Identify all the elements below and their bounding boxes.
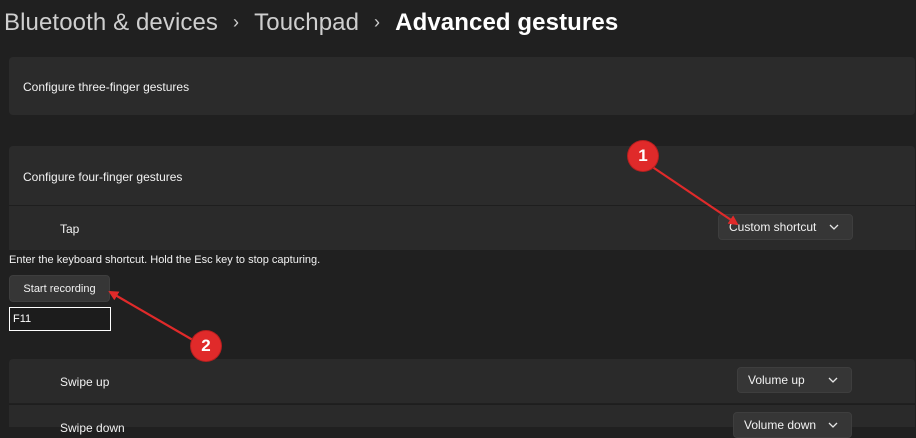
tap-label: Tap: [60, 222, 80, 236]
four-finger-gestures-card[interactable]: Configure four-finger gestures: [9, 146, 915, 205]
page-title: Advanced gestures: [395, 9, 619, 36]
breadcrumb-separator: ›: [374, 11, 381, 32]
swipe-down-action-dropdown[interactable]: Volume down: [733, 412, 852, 438]
breadcrumb-touchpad[interactable]: Touchpad: [254, 9, 359, 37]
breadcrumb-separator: ›: [233, 11, 240, 32]
breadcrumb: Bluetooth & devices › Touchpad › Advance…: [4, 6, 618, 40]
four-finger-gestures-label: Configure four-finger gestures: [23, 170, 183, 184]
swipe-down-row: Swipe down Volume down: [9, 404, 915, 438]
chevron-down-icon: [829, 224, 839, 230]
tap-action-dropdown[interactable]: Custom shortcut: [718, 214, 853, 240]
annotation-arrow-2: [108, 290, 199, 344]
swipe-up-action-value: Volume up: [748, 373, 805, 387]
shortcut-instruction-text: Enter the keyboard shortcut. Hold the Es…: [9, 254, 321, 266]
three-finger-gestures-card[interactable]: Configure three-finger gestures: [9, 57, 915, 115]
chevron-down-icon: [828, 377, 838, 383]
swipe-up-action-dropdown[interactable]: Volume up: [737, 367, 852, 393]
annotation-badge-2: 2: [191, 331, 221, 361]
tap-action-value: Custom shortcut: [729, 220, 817, 234]
breadcrumb-bluetooth-devices[interactable]: Bluetooth & devices: [4, 9, 218, 37]
tap-row: Tap Custom shortcut: [9, 205, 915, 250]
three-finger-gestures-label: Configure three-finger gestures: [23, 80, 190, 94]
start-recording-button[interactable]: Start recording: [9, 275, 110, 302]
shortcut-input[interactable]: F11: [9, 307, 111, 331]
chevron-down-icon: [828, 422, 838, 428]
annotation-badge-1: 1: [628, 141, 658, 171]
swipe-up-row: Swipe up Volume up: [9, 359, 915, 403]
swipe-up-label: Swipe up: [60, 375, 110, 389]
swipe-down-action-value: Volume down: [744, 418, 817, 432]
swipe-down-label: Swipe down: [60, 421, 125, 435]
